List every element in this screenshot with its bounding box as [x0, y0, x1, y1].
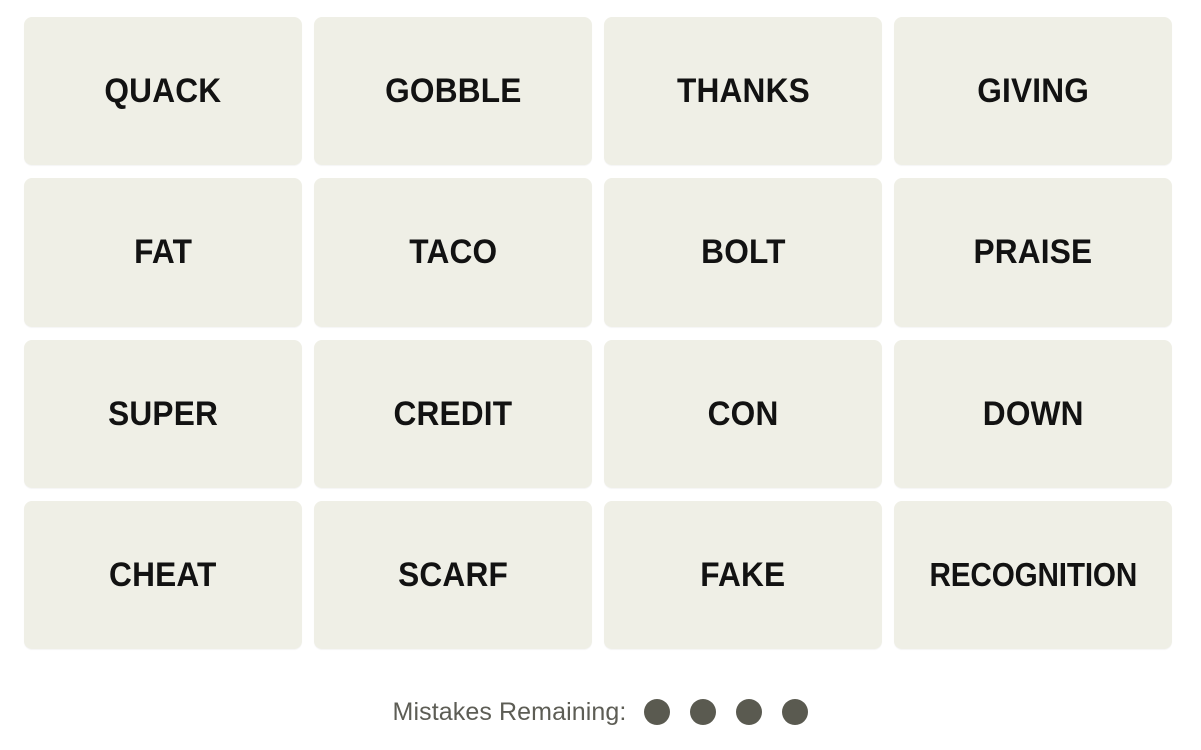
word-tile-label: PRAISE — [973, 233, 1093, 272]
word-tile[interactable]: CON — [604, 339, 882, 488]
word-tile-label: TACO — [408, 233, 497, 272]
word-tile[interactable]: THANKS — [604, 17, 882, 166]
word-tile[interactable]: SCARF — [314, 500, 592, 649]
word-tile-label: CON — [707, 394, 779, 433]
word-tile-label: CHEAT — [109, 555, 217, 594]
mistake-dot — [736, 699, 763, 725]
word-tile[interactable]: FAT — [24, 178, 302, 327]
word-tile[interactable]: CREDIT — [314, 339, 592, 488]
word-tile-label: THANKS — [676, 72, 810, 111]
word-tile-label: QUACK — [104, 72, 222, 111]
word-tile-label: DOWN — [982, 394, 1084, 433]
word-tile[interactable]: TACO — [314, 178, 592, 327]
word-tile[interactable]: CHEAT — [24, 500, 302, 649]
mistake-dot — [782, 699, 809, 725]
word-tile[interactable]: GIVING — [894, 17, 1172, 166]
word-tile-label: SUPER — [108, 394, 218, 433]
word-tile[interactable]: RECOGNITION — [894, 500, 1172, 649]
mistakes-remaining: Mistakes Remaining: — [0, 692, 1201, 732]
word-tile[interactable]: DOWN — [894, 339, 1172, 488]
connections-game: QUACK GOBBLE THANKS GIVING FAT TACO BOLT… — [0, 0, 1201, 750]
word-tile[interactable]: GOBBLE — [314, 17, 592, 166]
word-tile[interactable]: QUACK — [24, 17, 302, 166]
word-tile-label: GIVING — [977, 72, 1089, 111]
word-tile-label: GOBBLE — [384, 72, 522, 111]
word-tile-label: FAKE — [700, 555, 786, 594]
word-tile[interactable]: BOLT — [604, 178, 882, 327]
word-tile[interactable]: PRAISE — [894, 178, 1172, 327]
word-tile-label: RECOGNITION — [929, 556, 1137, 594]
mistake-dot — [644, 699, 671, 725]
mistakes-remaining-label: Mistakes Remaining: — [392, 697, 627, 726]
word-tile-label: FAT — [134, 233, 192, 272]
puzzle-grid: QUACK GOBBLE THANKS GIVING FAT TACO BOLT… — [24, 17, 1172, 649]
mistakes-remaining-dots — [644, 699, 809, 725]
word-tile-label: SCARF — [398, 555, 508, 594]
mistake-dot — [690, 699, 717, 725]
word-tile[interactable]: SUPER — [24, 339, 302, 488]
word-tile-label: BOLT — [700, 233, 786, 272]
word-tile-label: CREDIT — [393, 394, 513, 433]
word-tile[interactable]: FAKE — [604, 500, 882, 649]
